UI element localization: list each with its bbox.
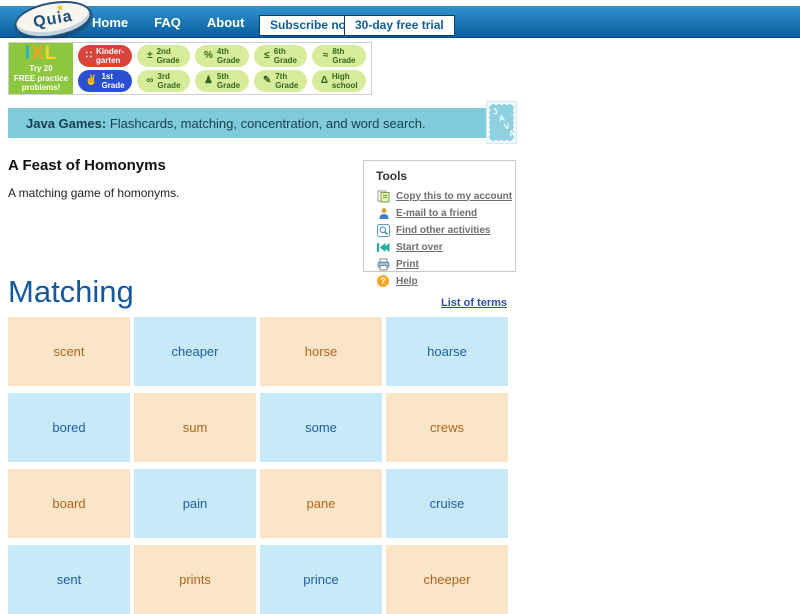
list-of-terms-link[interactable]: List of terms	[8, 297, 507, 309]
pill-8th-grade[interactable]: ≈ 8thGrade	[312, 45, 366, 67]
card-crews[interactable]: crews	[386, 393, 508, 462]
pill-7th-grade[interactable]: ✎ 7thGrade	[254, 70, 308, 92]
infinity-icon: ∞	[146, 76, 153, 86]
pill-4th-grade[interactable]: % 4thGrade	[195, 45, 249, 67]
less-equal-icon: ≤	[264, 51, 270, 61]
grade-pill-row: ∷ Kinder-garten ± 2ndGrade % 4thGrade ≤ …	[78, 45, 366, 67]
card-cheeper[interactable]: cheeper	[386, 545, 508, 614]
tool-email[interactable]: E-mail to a friend	[376, 206, 509, 220]
nav-faq[interactable]: FAQ	[154, 15, 181, 30]
pill-2nd-grade[interactable]: ± 2ndGrade	[137, 45, 191, 67]
card-prints[interactable]: prints	[134, 545, 256, 614]
pill-kindergarten[interactable]: ∷ Kinder-garten	[78, 45, 132, 67]
pill-high-school[interactable]: Δ Highschool	[312, 70, 366, 92]
card-pain[interactable]: pain	[134, 469, 256, 538]
banner-description: Flashcards, matching, concentration, and…	[106, 116, 425, 131]
tool-start-over[interactable]: Start over	[376, 240, 509, 254]
pencil-icon: ✎	[263, 76, 271, 86]
percent-icon: %	[204, 51, 213, 61]
help-icon: ?	[376, 275, 390, 288]
start-over-link[interactable]: Start over	[396, 242, 443, 253]
tool-copy[interactable]: Copy this to my account	[376, 189, 509, 203]
grade-pills: ∷ Kinder-garten ± 2ndGrade % 4thGrade ≤ …	[73, 43, 371, 94]
delta-icon: Δ	[321, 76, 328, 86]
top-navigation-bar: Home FAQ About Log in Subscribe now 30-d…	[0, 6, 800, 38]
nav-home[interactable]: Home	[92, 15, 128, 30]
copy-icon	[376, 190, 390, 203]
nav-about[interactable]: About	[207, 15, 245, 30]
pill-6th-grade[interactable]: ≤ 6thGrade	[254, 45, 308, 67]
card-pane[interactable]: pane	[260, 469, 382, 538]
java-games-banner: Java Games: Flashcards, matching, concen…	[8, 108, 490, 138]
card-cheaper[interactable]: cheaper	[134, 317, 256, 386]
card-some[interactable]: some	[260, 393, 382, 462]
card-sum[interactable]: sum	[134, 393, 256, 462]
java-stamp-icon: J A V A	[486, 101, 517, 144]
pill-1st-grade[interactable]: ✌ 1stGrade	[78, 70, 132, 92]
printer-icon	[376, 258, 390, 271]
help-link[interactable]: Help	[396, 276, 418, 287]
approx-icon: ≈	[323, 51, 329, 61]
matching-grid: scent cheaper horse hoarse bored sum som…	[8, 317, 508, 614]
card-prince[interactable]: prince	[260, 545, 382, 614]
plus-minus-icon: ±	[147, 51, 153, 61]
dots-icon: ∷	[86, 51, 92, 61]
ixl-logo-block[interactable]: IXL Try 20 FREE practice problems!	[9, 43, 73, 94]
ixl-logo: IXL	[9, 44, 73, 64]
find-activities-link[interactable]: Find other activities	[396, 225, 490, 236]
ixl-ad-banner[interactable]: IXL Try 20 FREE practice problems! ∷ Kin…	[8, 42, 372, 95]
tools-heading: Tools	[376, 169, 509, 183]
activity-title: A Feast of Homonyms	[8, 157, 166, 174]
hand-icon: ✌	[85, 76, 97, 86]
card-sent[interactable]: sent	[8, 545, 130, 614]
banner-title: Java Games:	[26, 116, 106, 131]
apple-icon: ♟	[204, 76, 213, 86]
tool-help[interactable]: ? Help	[376, 274, 509, 288]
card-bored[interactable]: bored	[8, 393, 130, 462]
activity-description: A matching game of homonyms.	[8, 186, 179, 200]
tools-panel: Tools Copy this to my account E-mail to …	[363, 160, 516, 272]
grade-pill-row: ✌ 1stGrade ∞ 3rdGrade ♟ 5thGrade ✎ 7thGr…	[78, 70, 366, 92]
card-scent[interactable]: scent	[8, 317, 130, 386]
email-link[interactable]: E-mail to a friend	[396, 208, 477, 219]
tool-print[interactable]: Print	[376, 257, 509, 271]
card-board[interactable]: board	[8, 469, 130, 538]
search-icon	[376, 224, 390, 237]
quia-logo[interactable]: ★ Quia	[12, 0, 95, 44]
pill-5th-grade[interactable]: ♟ 5thGrade	[195, 70, 249, 92]
tool-find[interactable]: Find other activities	[376, 223, 509, 237]
card-cruise[interactable]: cruise	[386, 469, 508, 538]
quia-logo-text: Quia	[32, 7, 74, 32]
star-icon: ★	[55, 2, 65, 14]
free-trial-button[interactable]: 30-day free trial	[344, 15, 455, 36]
rewind-icon	[376, 241, 390, 254]
ad-tagline: Try 20 FREE practice problems!	[9, 64, 73, 93]
pill-3rd-grade[interactable]: ∞ 3rdGrade	[137, 70, 191, 92]
card-horse[interactable]: horse	[260, 317, 382, 386]
print-link[interactable]: Print	[396, 259, 419, 270]
email-person-icon	[376, 207, 390, 220]
card-hoarse[interactable]: hoarse	[386, 317, 508, 386]
copy-link[interactable]: Copy this to my account	[396, 191, 512, 202]
